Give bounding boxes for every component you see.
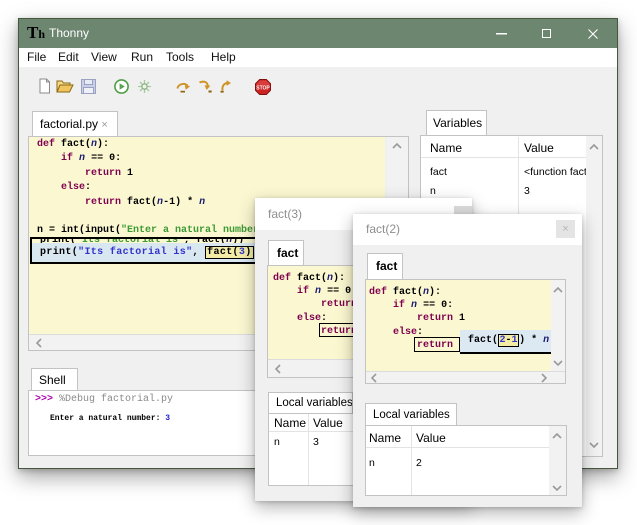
svg-text:STOP: STOP xyxy=(256,85,270,91)
